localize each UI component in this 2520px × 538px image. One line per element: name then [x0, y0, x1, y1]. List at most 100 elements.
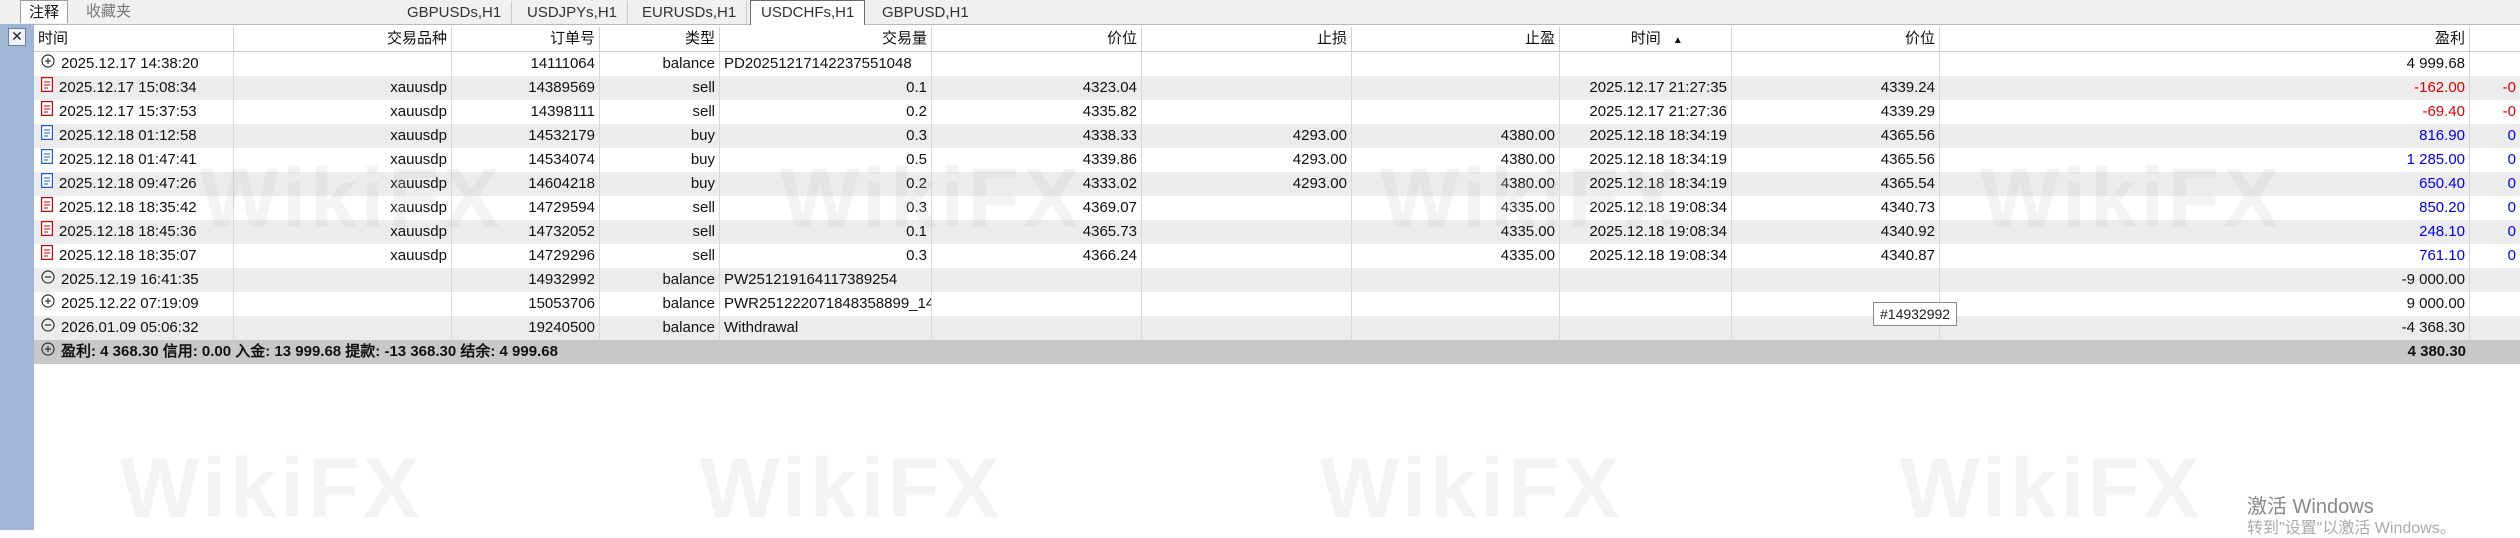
cell-time-text: 2025.12.22 07:19:09 — [61, 295, 199, 312]
cell-time-text: 2025.12.18 18:35:42 — [59, 199, 197, 216]
account-history-table: 时间 交易品种 订单号 类型 交易量 价位 止损 止盈 时间 ▲ 价位 盈利 2… — [34, 27, 2520, 364]
cell-sl — [1142, 268, 1352, 292]
cell-symbol — [234, 52, 452, 76]
cell-price: 4323.04 — [932, 76, 1142, 100]
cell-extra: 0 — [2507, 247, 2516, 264]
cell-time-text: 2025.12.17 14:38:20 — [61, 55, 199, 72]
cell-extra: 0 — [2507, 199, 2516, 216]
cell-ticket: 14729296 — [452, 244, 600, 268]
cell-tp: 4380.00 — [1352, 148, 1560, 172]
chart-tab-eurusds[interactable]: EURUSDs,H1 — [632, 1, 748, 24]
cell-time-text: 2025.12.19 16:41:35 — [61, 271, 199, 288]
col-header-price[interactable]: 价位 — [932, 27, 1142, 51]
cell-profit: -162.00 — [1940, 76, 2470, 100]
cell-ticket: 14389569 — [452, 76, 600, 100]
tab-favorites[interactable]: 收藏夹 — [78, 0, 139, 23]
cell-price: 4333.02 — [932, 172, 1142, 196]
minus-circle-icon — [41, 268, 55, 292]
cell-tp: 4380.00 — [1352, 124, 1560, 148]
cell-close-price: 4339.24 — [1732, 76, 1940, 100]
table-row[interactable]: 2025.12.19 16:41:35 14932992 balance PW2512… — [34, 268, 2520, 292]
cell-profit: 9 000.00 — [1940, 292, 2470, 316]
table-row[interactable]: 2025.12.17 15:08:34 xauusdp 14389569 sell 0.… — [34, 76, 2520, 100]
cell-close-time: 2025.12.17 21:27:35 — [1560, 76, 1732, 100]
col-header-tp[interactable]: 止盈 — [1352, 27, 1560, 51]
close-icon[interactable]: ✕ — [8, 28, 26, 46]
cell-close-time: 2025.12.18 19:08:34 — [1560, 196, 1732, 220]
cell-sl — [1142, 76, 1352, 100]
table-row[interactable]: 2025.12.18 18:45:36 xauusdp 14732052 sell 0.… — [34, 220, 2520, 244]
table-row[interactable]: 2025.12.22 07:19:09 15053706 balance PWR251… — [34, 292, 2520, 316]
windows-activation-subtitle: 转到"设置"以激活 Windows。 — [2247, 520, 2456, 537]
chart-tab-gbpusd[interactable]: GBPUSD,H1 — [872, 1, 979, 24]
col-header-sl[interactable]: 止损 — [1142, 27, 1352, 51]
plus-circle-icon — [41, 292, 55, 316]
sort-asc-icon: ▲ — [1672, 35, 1683, 46]
cell-extra — [2470, 292, 2520, 316]
table-row[interactable]: 2025.12.17 15:37:53 xauusdp 14398111 sell 0.… — [34, 100, 2520, 124]
cell-ticket: 19240500 — [452, 316, 600, 340]
cell-price — [932, 316, 1142, 340]
cell-extra: 0 — [2507, 127, 2516, 144]
col-header-time[interactable]: 时间 — [34, 27, 234, 51]
chart-tab-gbpusds[interactable]: GBPUSDs,H1 — [397, 1, 513, 24]
table-row[interactable]: 2025.12.18 01:12:58 xauusdp 14532179 buy 0.3… — [34, 124, 2520, 148]
cell-symbol: xauusdp — [234, 76, 452, 100]
table-row[interactable]: 2025.12.17 14:38:20 14111064 balance PD2025… — [34, 52, 2520, 76]
cell-time-text: 2025.12.17 15:08:34 — [59, 79, 197, 96]
col-header-type[interactable]: 类型 — [600, 27, 720, 51]
cell-volume: 0.3 — [720, 196, 932, 220]
cell-volume: 0.1 — [720, 220, 932, 244]
chart-tab-usdchfs[interactable]: USDCHFs,H1 — [750, 0, 866, 25]
cell-close-time — [1560, 292, 1732, 316]
cell-extra — [2470, 316, 2520, 340]
cell-time-text: 2025.12.18 18:35:07 — [59, 247, 197, 264]
cell-close-price: 4340.87 — [1732, 244, 1940, 268]
cell-profit: 761.10 — [1940, 244, 2470, 268]
cell-volume: Withdrawal — [720, 316, 932, 340]
cell-time-text: 2025.12.18 01:12:58 — [59, 127, 197, 144]
cell-close-time: 2025.12.18 19:08:34 — [1560, 244, 1732, 268]
tab-notes[interactable]: 注释 — [20, 0, 69, 23]
summary-profit: 4 380.30 — [2407, 343, 2466, 360]
col-header-profit[interactable]: 盈利 — [1940, 27, 2470, 51]
table-row[interactable]: 2025.12.18 18:35:07 xauusdp 14729296 sell 0.… — [34, 244, 2520, 268]
cell-time: 2026.01.09 05:06:32 — [34, 316, 234, 340]
chart-tab-usdjpys[interactable]: USDJPYs,H1 — [517, 1, 629, 24]
cell-symbol — [234, 268, 452, 292]
cell-time: 2025.12.18 18:45:36 — [34, 220, 234, 244]
col-header-close-time[interactable]: 时间 ▲ — [1560, 27, 1732, 51]
cell-symbol: xauusdp — [234, 244, 452, 268]
cell-sl — [1142, 316, 1352, 340]
col-header-symbol[interactable]: 交易品种 — [234, 27, 452, 51]
cell-close-price: 4339.29 — [1732, 100, 1940, 124]
cell-close-time: 2025.12.18 18:34:19 — [1560, 124, 1732, 148]
cell-close-time — [1560, 316, 1732, 340]
cell-type: balance — [600, 292, 720, 316]
table-row[interactable]: 2025.12.18 18:35:42 xauusdp 14729594 sell 0.… — [34, 196, 2520, 220]
summary-row[interactable]: 盈利: 4 368.30 信用: 0.00 入金: 13 999.68 提款: … — [34, 340, 2520, 364]
toolbox-side-strip: ✕ — [0, 24, 34, 530]
cell-profit: -9 000.00 — [1940, 268, 2470, 292]
col-header-volume[interactable]: 交易量 — [720, 27, 932, 51]
cell-symbol: xauusdp — [234, 124, 452, 148]
cell-sl — [1142, 220, 1352, 244]
cell-volume: 0.2 — [720, 172, 932, 196]
cell-volume: 0.3 — [720, 244, 932, 268]
table-row[interactable]: 2026.01.09 05:06:32 19240500 balance Withdr… — [34, 316, 2520, 340]
cell-time-text: 2025.12.17 15:37:53 — [59, 103, 197, 120]
col-header-extra[interactable] — [2470, 27, 2520, 51]
cell-price: 4339.86 — [932, 148, 1142, 172]
cell-tp — [1352, 52, 1560, 76]
cell-type: balance — [600, 52, 720, 76]
col-header-close-price[interactable]: 价位 — [1732, 27, 1940, 51]
table-row[interactable]: 2025.12.18 09:47:26 xauusdp 14604218 buy 0.2… — [34, 172, 2520, 196]
sell-order-icon — [41, 76, 54, 100]
table-row[interactable]: 2025.12.18 01:47:41 xauusdp 14534074 buy 0.5… — [34, 148, 2520, 172]
cell-time-text: 2025.12.18 18:45:36 — [59, 223, 197, 240]
cell-extra: -0 — [2502, 103, 2516, 120]
cell-profit: 816.90 — [1940, 124, 2470, 148]
sell-order-icon — [41, 100, 54, 124]
watermark-logo: WikiFX — [120, 441, 424, 535]
col-header-ticket[interactable]: 订单号 — [452, 27, 600, 51]
